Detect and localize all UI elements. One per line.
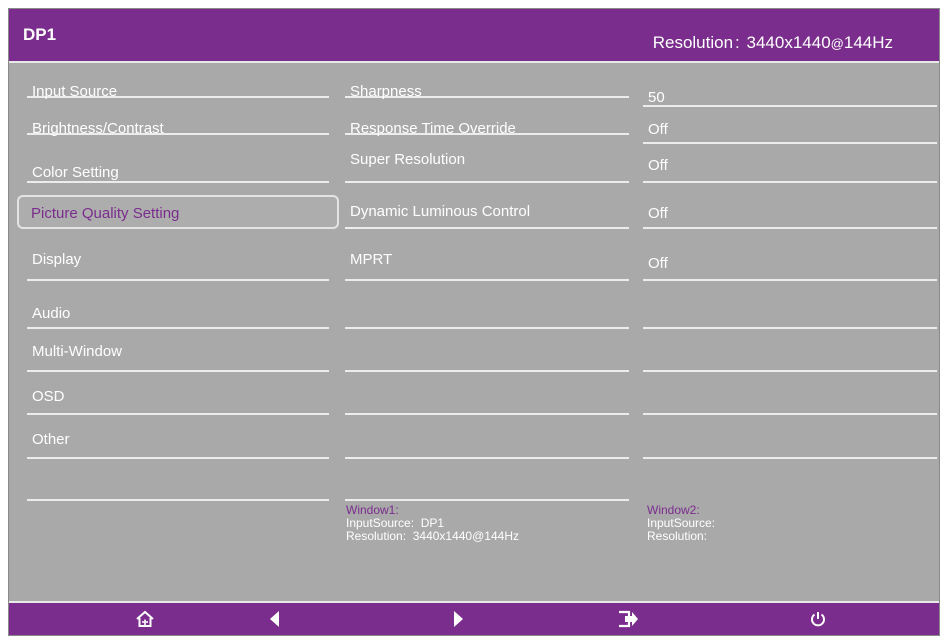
power-icon: [811, 612, 825, 627]
setting-response-time-override[interactable]: Response Time Override: [345, 108, 629, 137]
home-icon: [136, 610, 154, 627]
setting-label: Sharpness: [350, 83, 422, 100]
menu-item-label: Other: [32, 431, 70, 448]
menu-item-label: OSD: [32, 388, 65, 405]
value-super-resolution[interactable]: Off: [643, 153, 937, 183]
window1-resolution-line: Resolution: 3440x1440@144Hz: [346, 530, 519, 543]
value-mprt[interactable]: Off: [643, 241, 937, 281]
menu-item-input-source[interactable]: Input Source: [27, 71, 329, 100]
value-text: Off: [648, 121, 668, 138]
setting-super-resolution[interactable]: Super Resolution: [345, 145, 629, 183]
menu-item-display[interactable]: Display: [27, 241, 329, 281]
value-text: Off: [648, 157, 668, 174]
menu-item-label: Picture Quality Setting: [31, 205, 180, 222]
value-dynamic-luminous-control[interactable]: Off: [643, 195, 937, 229]
exit-icon: [619, 610, 638, 628]
setting-empty: [345, 423, 629, 459]
setting-dynamic-luminous-control[interactable]: Dynamic Luminous Control: [345, 195, 629, 229]
setting-empty: [345, 467, 629, 501]
value-response-time-override[interactable]: Off: [643, 117, 937, 144]
exit-button[interactable]: [615, 607, 641, 631]
window1-refresh: 144Hz: [484, 529, 519, 543]
window1-input-value: DP1: [420, 516, 445, 530]
window1-input-label: InputSource:: [346, 516, 415, 530]
value-text: Off: [648, 255, 668, 272]
at-sign: @: [830, 36, 844, 51]
left-arrow-icon: [270, 611, 279, 627]
setting-empty: [345, 337, 629, 372]
menu-item-label: Audio: [32, 305, 71, 322]
value-empty: [643, 380, 937, 415]
setting-sharpness[interactable]: Sharpness: [345, 71, 629, 100]
value-empty: [643, 337, 937, 372]
value-text: Off: [648, 205, 668, 222]
resolution-readout: Resolution: 3440x1440@144Hz: [652, 33, 893, 52]
menu-item-label: Input Source: [32, 83, 118, 100]
menu-item-color-setting[interactable]: Color Setting: [27, 145, 329, 183]
resolution-label: Resolution: [652, 33, 734, 52]
menu-item-label: Color Setting: [32, 164, 119, 181]
setting-label: MPRT: [350, 251, 393, 268]
left-button[interactable]: [261, 607, 287, 631]
window1-resolution-label: Resolution:: [346, 529, 407, 543]
resolution-value: 3440x1440: [746, 33, 831, 52]
setting-label: Dynamic Luminous Control: [350, 203, 531, 220]
value-empty: [643, 293, 937, 329]
setting-label: Response Time Override: [350, 120, 516, 137]
home-button[interactable]: [132, 607, 158, 631]
window2-info: Window2: InputSource: Resolution:: [647, 504, 715, 543]
value-sharpness[interactable]: 50: [643, 71, 937, 107]
menu-item-audio[interactable]: Audio: [27, 293, 329, 329]
menu-item-other[interactable]: Other: [27, 423, 329, 459]
value-text: 50: [648, 89, 665, 106]
menu-item-osd[interactable]: OSD: [27, 380, 329, 415]
menu-item-label: Display: [32, 251, 82, 268]
window1-resolution-value: 3440x1440: [412, 529, 473, 543]
footer-nav: [9, 601, 939, 635]
osd-window: DP1 Resolution: 3440x1440@144Hz Input So…: [8, 8, 940, 636]
menu-item-label: Multi-Window: [32, 343, 123, 360]
setting-label: Super Resolution: [350, 151, 466, 168]
menu-item-multi-window[interactable]: Multi-Window: [27, 337, 329, 372]
window2-resolution-label: Resolution:: [647, 529, 708, 543]
setting-empty: [345, 293, 629, 329]
osd-header: DP1 Resolution: 3440x1440@144Hz: [9, 9, 939, 63]
refresh-rate: 144Hz: [843, 33, 893, 52]
at-sign: @: [472, 529, 485, 543]
menu-item-empty: [27, 467, 329, 501]
setting-mprt[interactable]: MPRT: [345, 241, 629, 281]
right-arrow-icon: [454, 611, 463, 627]
input-title: DP1: [23, 25, 57, 44]
menu-item-label: Brightness/Contrast: [32, 120, 164, 137]
menu-item-brightness-contrast[interactable]: Brightness/Contrast: [27, 108, 329, 137]
menu-item-picture-quality-setting[interactable]: Picture Quality Setting: [17, 195, 339, 229]
window1-info: Window1: InputSource: DP1 Resolution: 34…: [346, 504, 519, 543]
value-empty: [643, 423, 937, 459]
setting-empty: [345, 380, 629, 415]
power-button[interactable]: [805, 607, 831, 631]
right-button[interactable]: [446, 607, 472, 631]
